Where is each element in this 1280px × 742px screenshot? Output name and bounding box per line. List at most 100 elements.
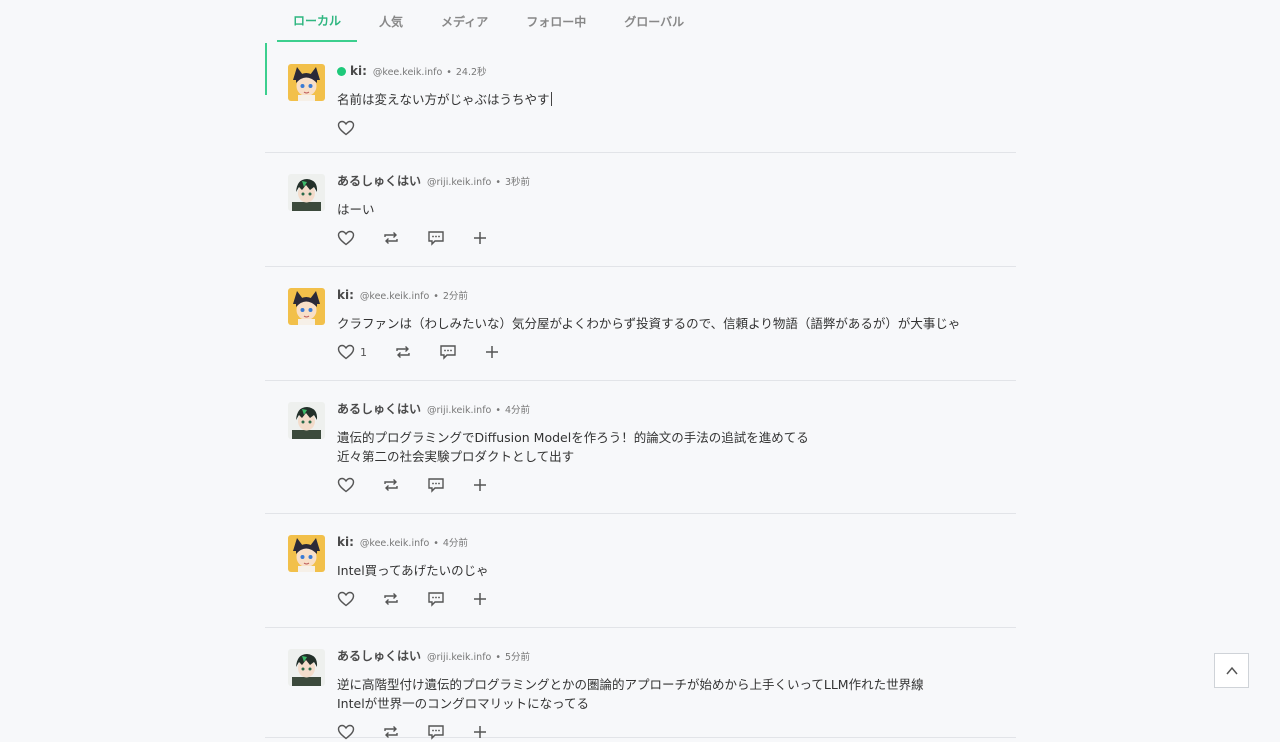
- meta-separator: •: [446, 67, 452, 78]
- more-actions-button[interactable]: [472, 591, 488, 607]
- like-count: 1: [360, 345, 367, 359]
- user-handle[interactable]: @riji.keik.info: [427, 651, 491, 665]
- user-name[interactable]: あるしゅくはい: [337, 402, 421, 416]
- tab-3[interactable]: フォロー中: [510, 0, 602, 42]
- meta-separator: •: [433, 538, 439, 549]
- avatar[interactable]: [288, 64, 325, 101]
- timestamp[interactable]: 4分前: [443, 537, 468, 551]
- heart-icon: [337, 230, 355, 246]
- note-text-line: はーい: [337, 202, 375, 217]
- repeat-icon: [382, 230, 400, 246]
- more-actions-button[interactable]: [484, 344, 500, 360]
- more-actions-button[interactable]: [472, 724, 488, 740]
- text-cursor: [550, 92, 552, 106]
- like-button[interactable]: [337, 724, 355, 740]
- plus-icon: [472, 477, 488, 493]
- avatar[interactable]: [288, 288, 325, 325]
- note-actions: [337, 475, 996, 495]
- note-text: 名前は変えない方がじゃぶはうちやす: [337, 90, 996, 109]
- renote-button[interactable]: [394, 344, 412, 360]
- note-header: ki: @kee.keik.info • 2分前: [337, 288, 996, 302]
- timestamp[interactable]: 3秒前: [505, 176, 530, 190]
- note-text-line: 名前は変えない方がじゃぶはうちやす: [337, 92, 552, 107]
- meta-separator: •: [433, 291, 439, 302]
- renote-button[interactable]: [382, 591, 400, 607]
- reply-button[interactable]: [439, 344, 457, 360]
- plus-icon: [484, 344, 500, 360]
- user-name[interactable]: ki:: [337, 288, 354, 302]
- repeat-icon: [394, 344, 412, 360]
- note-actions: [337, 589, 996, 609]
- user-handle[interactable]: @riji.keik.info: [427, 404, 491, 418]
- repeat-icon: [382, 477, 400, 493]
- meta-separator: •: [495, 652, 501, 663]
- user-name[interactable]: あるしゅくはい: [337, 174, 421, 188]
- reply-button[interactable]: [427, 591, 445, 607]
- note-text: 逆に高階型付け遺伝的プログラミングとかの圏論的アプローチが始めから上手くいってL…: [337, 675, 996, 713]
- timeline-tabs: ローカル 人気 メディア フォロー中 グローバル: [277, 0, 706, 42]
- note-actions: [337, 118, 996, 138]
- avatar[interactable]: [288, 535, 325, 572]
- renote-button[interactable]: [382, 477, 400, 493]
- repeat-icon: [382, 591, 400, 607]
- user-name[interactable]: ki:: [350, 64, 367, 78]
- like-button[interactable]: 1: [337, 344, 367, 360]
- note-text-line: Intelが世界一のコングロマリットになってる: [337, 696, 590, 711]
- avatar[interactable]: [288, 649, 325, 686]
- user-name[interactable]: あるしゅくはい: [337, 649, 421, 663]
- scroll-to-top-button[interactable]: [1214, 653, 1249, 688]
- note-text-line: クラファンは（わしみたいな）気分屋がよくわからず投資するので、信頼より物語（語弊…: [337, 316, 961, 331]
- timestamp[interactable]: 24.2秒: [456, 66, 487, 80]
- note-header: あるしゅくはい @riji.keik.info • 4分前: [337, 402, 996, 416]
- like-button[interactable]: [337, 230, 355, 246]
- timestamp[interactable]: 2分前: [443, 290, 468, 304]
- note-header: ki: @kee.keik.info • 24.2秒: [337, 64, 996, 78]
- speech-bubble-icon: [427, 591, 445, 607]
- heart-icon: [337, 344, 355, 360]
- timestamp[interactable]: 4分前: [505, 404, 530, 418]
- tab-2[interactable]: メディア: [425, 0, 504, 42]
- chevron-up-icon: [1225, 666, 1238, 674]
- speech-bubble-icon: [427, 230, 445, 246]
- reply-button[interactable]: [427, 230, 445, 246]
- repeat-icon: [382, 724, 400, 740]
- like-button[interactable]: [337, 591, 355, 607]
- more-actions-button[interactable]: [472, 477, 488, 493]
- note-text-line: Intel買ってあげたいのじゃ: [337, 563, 489, 578]
- user-handle[interactable]: @kee.keik.info: [373, 66, 442, 80]
- note-item: ki: @kee.keik.info • 2分前 クラファンは（わしみたいな）気…: [265, 267, 1016, 381]
- timeline-feed: ki: @kee.keik.info • 24.2秒 名前は変えない方がじゃぶは…: [265, 43, 1016, 740]
- note-text-line: 逆に高階型付け遺伝的プログラミングとかの圏論的アプローチが始めから上手くいってL…: [337, 677, 924, 692]
- note-item: あるしゅくはい @riji.keik.info • 4分前 遺伝的プログラミング…: [265, 381, 1016, 514]
- note-text: Intel買ってあげたいのじゃ: [337, 561, 996, 580]
- note-item: あるしゅくはい @riji.keik.info • 5分前 逆に高階型付け遺伝的…: [265, 628, 1016, 740]
- like-button[interactable]: [337, 120, 355, 136]
- user-name[interactable]: ki:: [337, 535, 354, 549]
- user-handle[interactable]: @kee.keik.info: [360, 290, 429, 304]
- note-header: あるしゅくはい @riji.keik.info • 5分前: [337, 649, 996, 663]
- tab-1[interactable]: 人気: [363, 0, 419, 42]
- note-actions: [337, 228, 996, 248]
- note-item: あるしゅくはい @riji.keik.info • 3秒前 はーい: [265, 153, 1016, 267]
- tab-4[interactable]: グローバル: [608, 0, 700, 42]
- avatar[interactable]: [288, 174, 325, 211]
- timestamp[interactable]: 5分前: [505, 651, 530, 665]
- meta-separator: •: [495, 405, 501, 416]
- avatar[interactable]: [288, 402, 325, 439]
- plus-icon: [472, 230, 488, 246]
- reply-button[interactable]: [427, 724, 445, 740]
- heart-icon: [337, 120, 355, 136]
- tab-0[interactable]: ローカル: [277, 0, 358, 42]
- user-handle[interactable]: @riji.keik.info: [427, 176, 491, 190]
- user-handle[interactable]: @kee.keik.info: [360, 537, 429, 551]
- renote-button[interactable]: [382, 724, 400, 740]
- heart-icon: [337, 477, 355, 493]
- note-text-line: 近々第二の社会実験プロダクトとして出す: [337, 449, 575, 464]
- plus-icon: [472, 724, 488, 740]
- heart-icon: [337, 591, 355, 607]
- reply-button[interactable]: [427, 477, 445, 493]
- renote-button[interactable]: [382, 230, 400, 246]
- like-button[interactable]: [337, 477, 355, 493]
- more-actions-button[interactable]: [472, 230, 488, 246]
- heart-icon: [337, 724, 355, 740]
